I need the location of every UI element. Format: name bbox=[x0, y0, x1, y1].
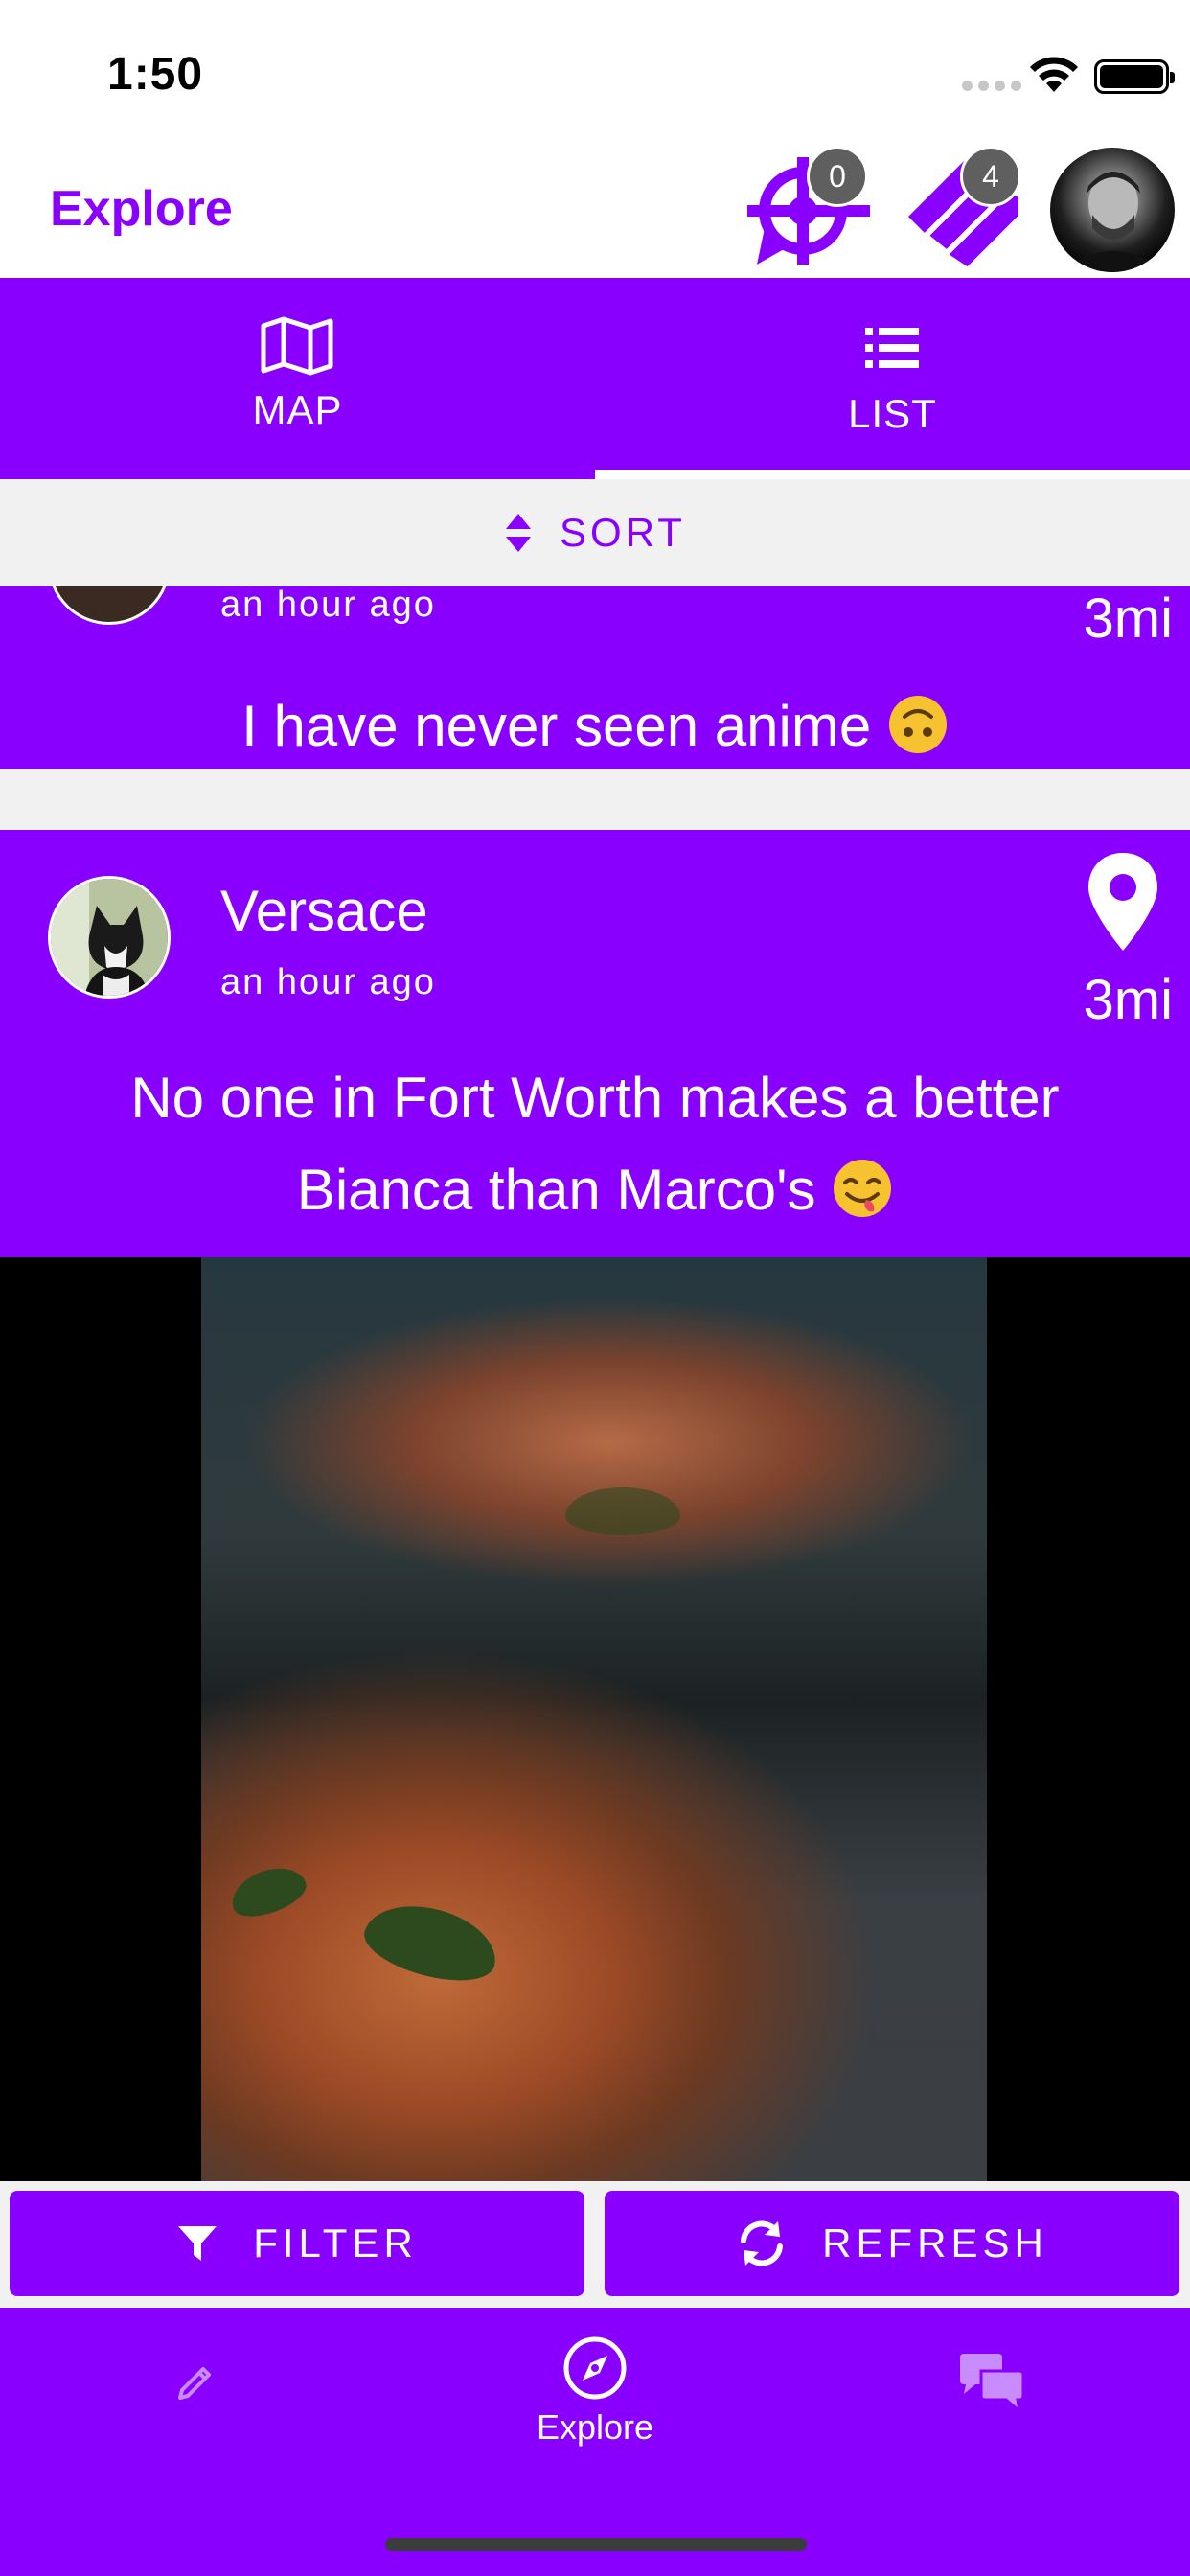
refresh-button[interactable]: REFRESH bbox=[605, 2191, 1179, 2296]
sort-icon bbox=[506, 514, 532, 552]
tags-badge: 4 bbox=[960, 146, 1021, 207]
tab-list[interactable]: LIST bbox=[595, 278, 1190, 479]
feed-actions: FILTER REFRESH bbox=[0, 2181, 1190, 2308]
status-time: 1:50 bbox=[107, 49, 204, 100]
post-feed[interactable]: an hour ago 3mi I have never seen anime bbox=[0, 586, 1190, 2181]
refresh-icon bbox=[741, 2220, 784, 2266]
post-card[interactable]: an hour ago 3mi I have never seen anime bbox=[0, 586, 1190, 769]
location-pin-icon[interactable] bbox=[1085, 849, 1161, 954]
sort-button[interactable]: SORT bbox=[0, 479, 1190, 586]
post-text-body: I have never seen anime bbox=[241, 694, 872, 758]
post-distance: 3mi bbox=[1083, 587, 1173, 650]
basil-leaf bbox=[565, 1487, 680, 1535]
post-username[interactable]: Versace bbox=[220, 878, 428, 944]
tab-map-label: MAP bbox=[252, 387, 343, 432]
tags-button[interactable]: 4 bbox=[901, 146, 1031, 274]
post-card[interactable]: Versace an hour ago 3mi No one in Fort W… bbox=[0, 830, 1190, 2181]
chat-bubbles-icon bbox=[960, 2354, 1025, 2413]
home-indicator bbox=[385, 2538, 807, 2551]
yum-face-emoji bbox=[834, 1160, 892, 1217]
tab-list-label: LIST bbox=[848, 391, 937, 436]
pencil-icon bbox=[178, 2367, 211, 2400]
filter-button[interactable]: FILTER bbox=[10, 2191, 584, 2296]
post-time: an hour ago bbox=[220, 586, 436, 625]
filter-icon bbox=[178, 2226, 217, 2261]
list-icon bbox=[865, 328, 919, 368]
post-text: I have never seen anime bbox=[38, 680, 1152, 772]
app-header: Explore 0 4 bbox=[0, 144, 1190, 278]
basil-leaf bbox=[357, 1893, 505, 1992]
cellular-signal-icon bbox=[962, 80, 1021, 91]
filter-label: FILTER bbox=[253, 2220, 418, 2266]
tab-selected-indicator bbox=[595, 470, 1190, 479]
nav-item-messages[interactable] bbox=[793, 2308, 1190, 2461]
post-image[interactable] bbox=[0, 1257, 1190, 2181]
target-badge: 0 bbox=[807, 146, 868, 207]
nav-explore-label: Explore bbox=[536, 2407, 654, 2447]
refresh-label: REFRESH bbox=[822, 2220, 1048, 2266]
nav-item-explore[interactable]: Explore bbox=[397, 2308, 793, 2461]
upside-down-face-emoji bbox=[888, 696, 947, 753]
sort-label: SORT bbox=[560, 510, 686, 555]
compass-icon bbox=[563, 2336, 627, 2400]
basil-leaf bbox=[224, 1858, 312, 1925]
post-distance: 3mi bbox=[1083, 969, 1173, 1031]
battery-icon bbox=[1094, 59, 1175, 94]
status-bar: 1:50 bbox=[0, 0, 1190, 144]
post-text: No one in Fort Worth makes a better Bian… bbox=[38, 1052, 1152, 1236]
status-indicators bbox=[903, 54, 1190, 96]
tab-map[interactable]: MAP bbox=[0, 278, 595, 479]
bottom-navigation: Explore bbox=[0, 2308, 1190, 2576]
map-icon bbox=[261, 316, 333, 376]
target-button[interactable]: 0 bbox=[744, 146, 874, 274]
page-title: Explore bbox=[50, 181, 233, 237]
pizza-photo bbox=[201, 1257, 987, 2181]
post-avatar[interactable] bbox=[48, 586, 171, 625]
post-time: an hour ago bbox=[220, 962, 436, 1002]
nav-item-compose[interactable] bbox=[0, 2308, 397, 2461]
view-tabs: MAP LIST bbox=[0, 278, 1190, 479]
post-text-line: Bianca than Marco's bbox=[296, 1158, 816, 1222]
profile-photo bbox=[1060, 172, 1167, 272]
wifi-icon bbox=[1030, 57, 1078, 92]
profile-avatar[interactable] bbox=[1050, 148, 1175, 272]
post-text-line-2: Bianca than Marco's bbox=[38, 1144, 1152, 1236]
post-text-line: No one in Fort Worth makes a better bbox=[130, 1066, 1060, 1130]
cat-avatar-photo bbox=[51, 879, 168, 996]
post-avatar[interactable] bbox=[48, 876, 171, 999]
